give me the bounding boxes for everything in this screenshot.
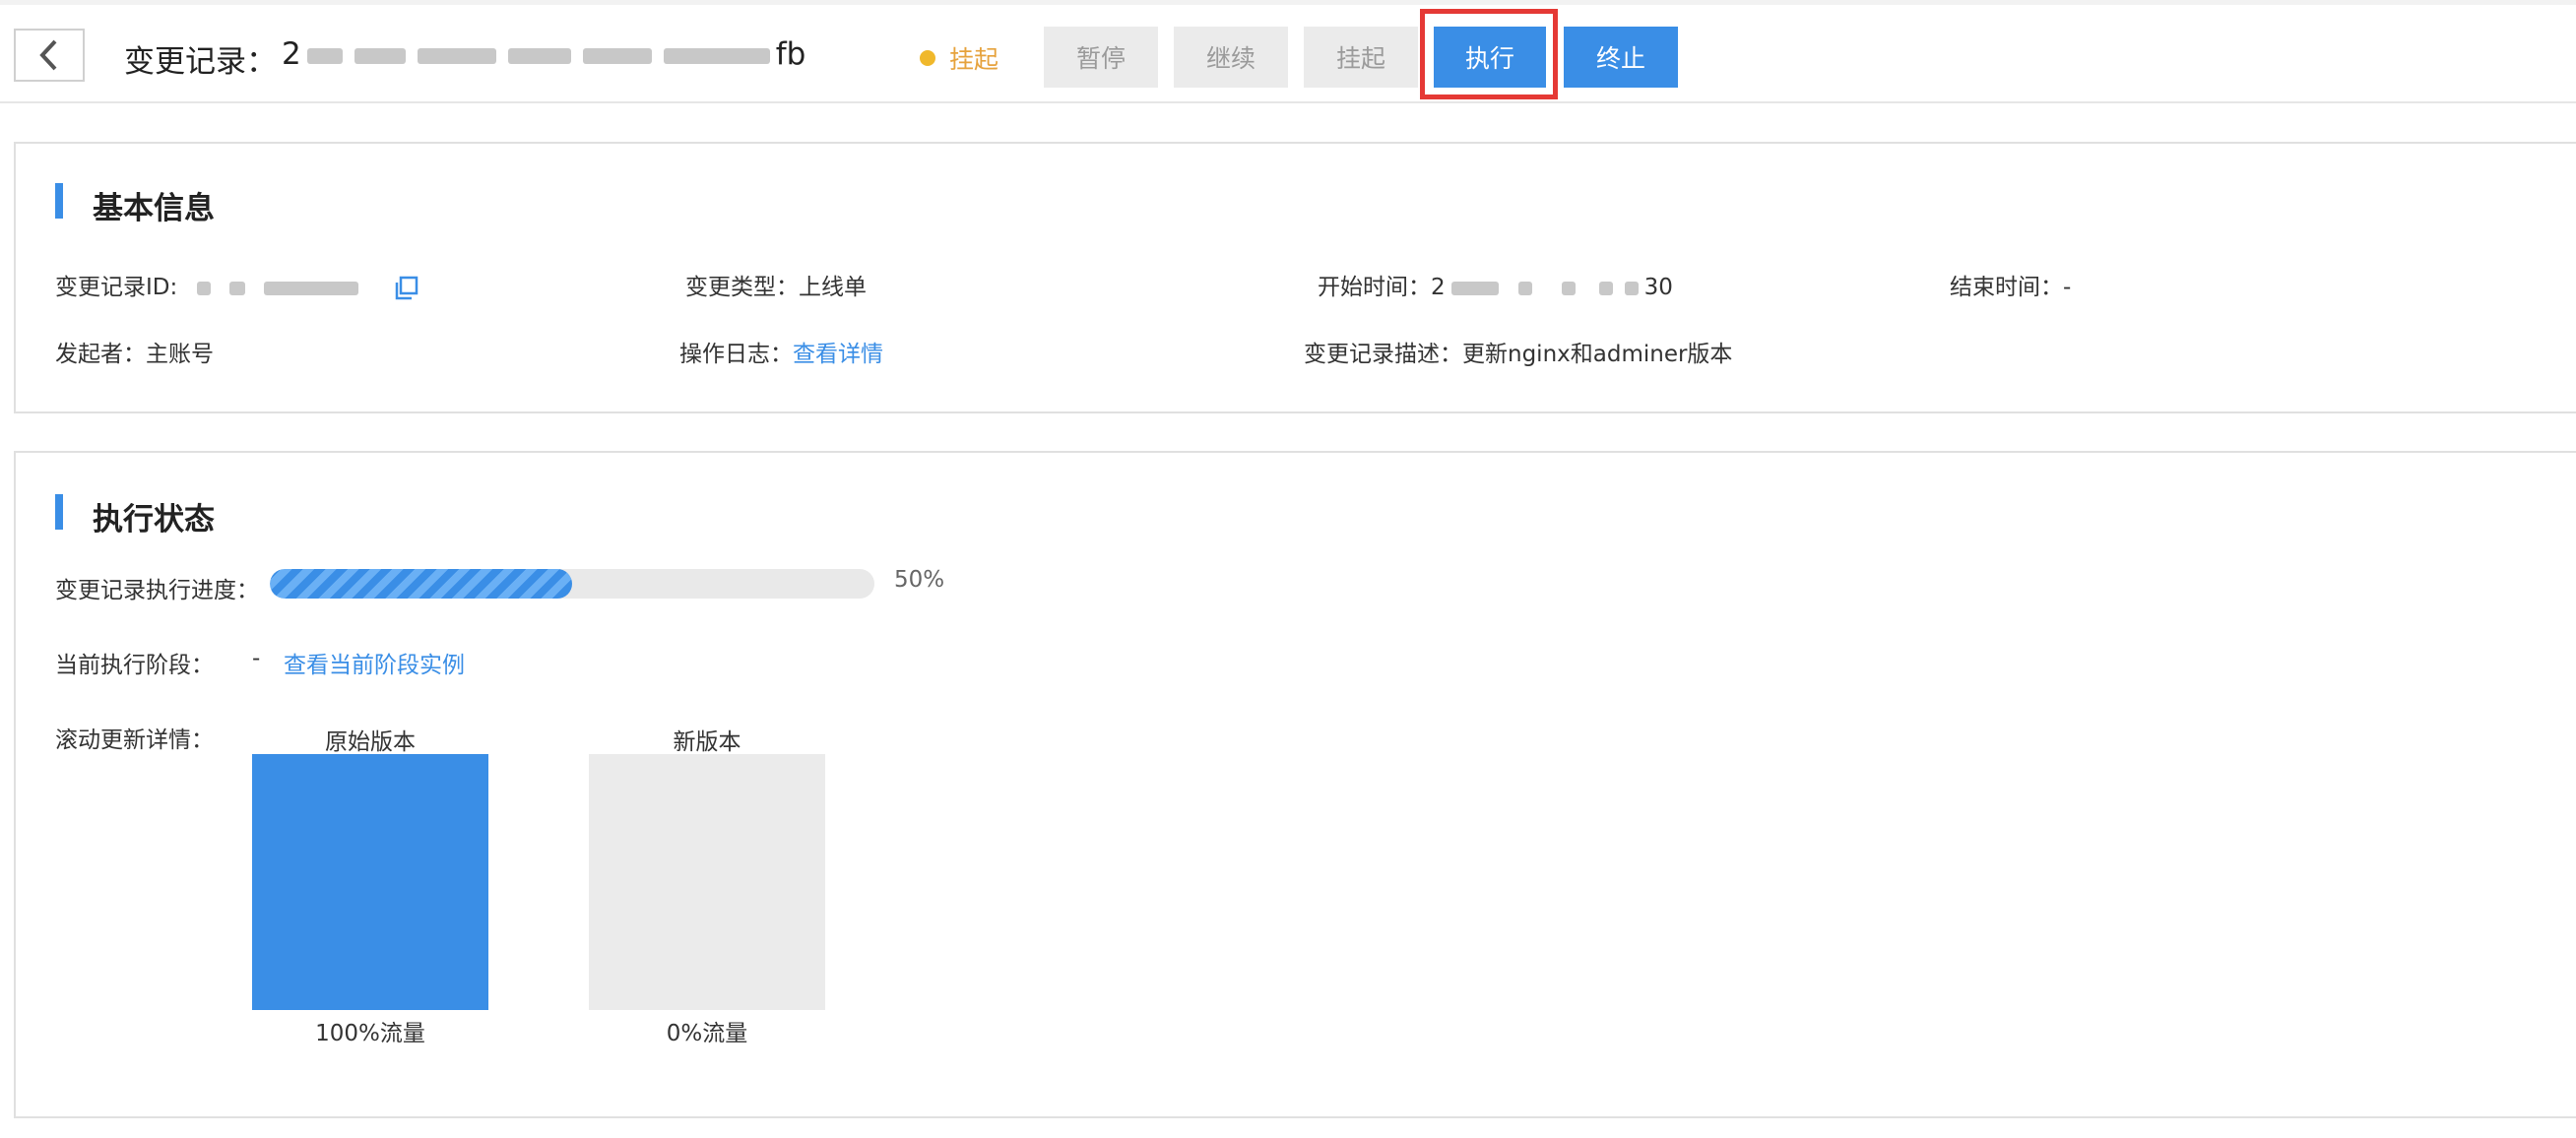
status-dot-icon: [920, 50, 935, 66]
masked-text: [663, 47, 770, 64]
new-version-label: 新版本: [673, 729, 741, 755]
masked-text: [582, 47, 652, 64]
original-version-traffic: 100%流量: [315, 1021, 425, 1046]
masked-text: [228, 281, 245, 295]
progress-percent: 50%: [894, 567, 945, 593]
masked-text: [417, 47, 496, 64]
progress-fill: [270, 569, 572, 599]
start-time-suffix: 30: [1643, 275, 1673, 300]
record-id-label: 变更记录ID:: [55, 275, 178, 300]
original-version-box: [252, 754, 488, 1010]
start-time-prefix: 2: [1431, 275, 1446, 300]
masked-text: [507, 47, 571, 64]
suspend-button[interactable]: 挂起: [1304, 27, 1418, 88]
end-time-value: -: [2063, 275, 2072, 300]
progress-bar: [270, 569, 874, 599]
stage-label: 当前执行阶段：: [55, 653, 214, 678]
chevron-left-icon: [39, 39, 57, 71]
initiator-value: 主账号: [146, 342, 214, 367]
change-type-label: 变更类型：: [685, 275, 799, 300]
original-version-label: 原始版本: [325, 729, 416, 755]
page-title-id: 2 fb: [282, 36, 805, 72]
description-value: 更新nginx和adminer版本: [1462, 342, 1733, 367]
masked-text: [306, 47, 343, 64]
masked-text: [196, 281, 211, 295]
back-button[interactable]: [14, 29, 85, 82]
masked-text: [1517, 281, 1532, 295]
status-badge: 挂起: [949, 45, 999, 74]
new-version-box: [589, 754, 825, 1010]
section-title: 基本信息: [93, 191, 215, 226]
stage-link[interactable]: 查看当前阶段实例: [284, 646, 465, 679]
new-version-traffic: 0%流量: [666, 1021, 748, 1046]
terminate-button[interactable]: 终止: [1564, 27, 1678, 88]
description-field: 变更记录描述：更新nginx和adminer版本: [1304, 335, 1732, 368]
masked-text: [1624, 281, 1639, 295]
section-title: 执行状态: [93, 502, 215, 537]
masked-text: [264, 281, 359, 295]
change-type-field: 变更类型：上线单: [685, 268, 867, 301]
masked-text: [354, 47, 406, 64]
masked-text: [1598, 281, 1613, 295]
end-time-label: 结束时间：: [1950, 275, 2063, 300]
exec-status-card: 执行状态 变更记录执行进度： 50% 当前执行阶段： - 查看当前阶段实例 滚动…: [14, 451, 2576, 1118]
copy-icon[interactable]: [394, 276, 419, 301]
pause-button[interactable]: 暂停: [1044, 27, 1158, 88]
section-accent-bar: [55, 494, 63, 530]
execute-button-highlight: [1420, 9, 1558, 99]
op-log-link[interactable]: 查看详情: [793, 342, 883, 367]
title-id-prefix: 2: [282, 36, 301, 72]
end-time-field: 结束时间：-: [1950, 268, 2071, 301]
start-time-label: 开始时间：: [1318, 275, 1431, 300]
start-time-field: 开始时间：2 30: [1318, 268, 1673, 301]
continue-button[interactable]: 继续: [1174, 27, 1288, 88]
initiator-label: 发起者：: [55, 342, 146, 367]
page-title-label: 变更记录：: [124, 44, 277, 80]
op-log-label: 操作日志：: [679, 342, 793, 367]
initiator-field: 发起者：主账号: [55, 335, 214, 368]
op-log-field: 操作日志：查看详情: [679, 335, 883, 368]
rolling-label: 滚动更新详情：: [55, 727, 214, 753]
basic-info-card: 基本信息 变更记录ID: 变更类型：上线单 开始时间：2 30 结束时间：- 发起…: [14, 142, 2576, 413]
progress-label: 变更记录执行进度：: [55, 578, 259, 603]
masked-text: [1450, 281, 1499, 295]
description-label: 变更记录描述：: [1304, 342, 1462, 367]
title-id-suffix: fb: [775, 36, 806, 72]
section-accent-bar: [55, 183, 63, 219]
page-header: 变更记录： 2 fb 挂起 暂停 继续 挂起 执行 终止: [0, 5, 2576, 103]
masked-text: [1561, 281, 1576, 295]
change-type-value: 上线单: [799, 275, 867, 300]
stage-value: -: [252, 646, 261, 671]
record-id-field: 变更记录ID:: [55, 268, 419, 301]
